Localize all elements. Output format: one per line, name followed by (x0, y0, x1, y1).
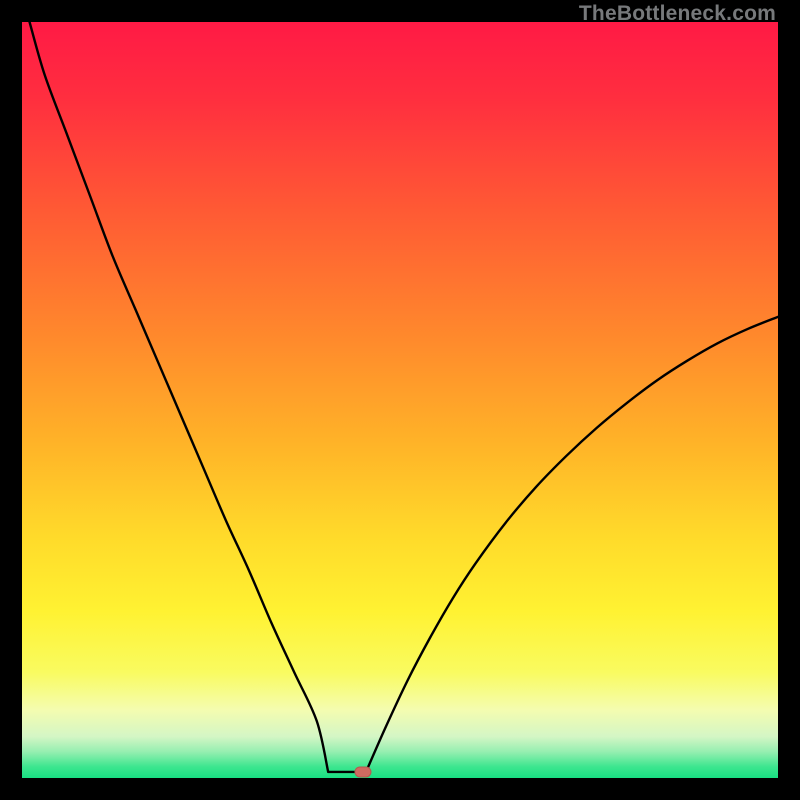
bottleneck-chart (22, 22, 778, 778)
watermark-text: TheBottleneck.com (579, 2, 776, 26)
gradient-background (22, 22, 778, 778)
optimal-point-marker (355, 767, 371, 777)
chart-frame (22, 22, 778, 778)
